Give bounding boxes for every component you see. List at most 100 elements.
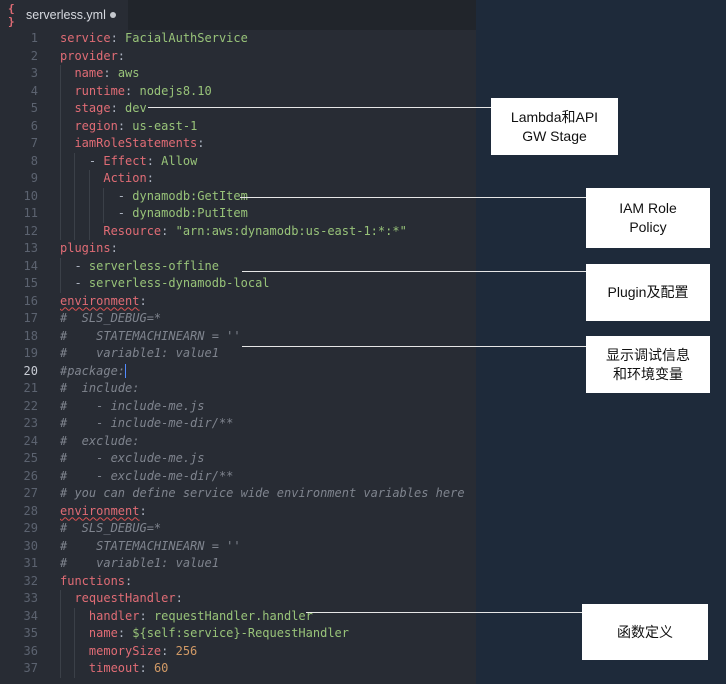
code-token: : bbox=[175, 591, 183, 605]
code-line[interactable]: 35 name: ${self:service}-RequestHandler bbox=[0, 625, 476, 643]
code-text: timeout: 60 bbox=[60, 660, 168, 678]
code-line[interactable]: 34 handler: requestHandler.handler bbox=[0, 607, 476, 625]
code-line[interactable]: 9 Action: bbox=[0, 170, 476, 188]
code-token: # - include-me-dir/** bbox=[60, 416, 234, 430]
code-line[interactable]: 22 # - include-me.js bbox=[0, 398, 476, 416]
line-number: 19 bbox=[23, 346, 38, 360]
code-line[interactable]: 28 environment: bbox=[0, 503, 476, 521]
code-line[interactable]: 15 - serverless-dynamodb-local bbox=[0, 275, 476, 293]
code-line[interactable]: 30 # STATEMACHINEARN = '' bbox=[0, 538, 476, 556]
code-token: # variable1: value1 bbox=[60, 556, 219, 570]
annotation-debug-env: 显示调试信息 和环境变量 bbox=[586, 336, 710, 393]
code-line[interactable]: 19 # variable1: value1 bbox=[0, 345, 476, 363]
code-token: region bbox=[74, 118, 118, 133]
code-token: # STATEMACHINEARN = '' bbox=[60, 328, 241, 343]
code-line[interactable]: 1 service: FacialAuthService bbox=[0, 30, 476, 48]
tab-serverless-yml[interactable]: { } serverless.yml bbox=[0, 0, 128, 30]
code-line[interactable]: 17 # SLS_DEBUG=* bbox=[0, 310, 476, 328]
code-line[interactable]: 16 environment: bbox=[0, 293, 476, 311]
code-token: runtime bbox=[74, 83, 126, 98]
code-line[interactable]: 36 memorySize: 256 bbox=[0, 642, 476, 660]
code-token: requestHandler bbox=[74, 591, 176, 605]
code-text: # - exclude-me-dir/** bbox=[60, 468, 233, 486]
line-number: 23 bbox=[23, 416, 38, 430]
code-text: region: us-east-1 bbox=[60, 118, 197, 136]
code-line[interactable]: 27 # you can define service wide environm… bbox=[0, 485, 476, 503]
code-line[interactable]: 21 # include: bbox=[0, 380, 476, 398]
code-editor[interactable]: { } serverless.yml 1 service: FacialAuthS… bbox=[0, 0, 476, 684]
code-token: - bbox=[60, 276, 89, 290]
line-number: 35 bbox=[23, 626, 38, 640]
line-number: 30 bbox=[23, 538, 38, 553]
code-token: service bbox=[60, 31, 111, 45]
code-line[interactable]: 25 # - exclude-me.js bbox=[0, 450, 476, 468]
code-line[interactable]: 14 - serverless-offline bbox=[0, 257, 476, 275]
code-line[interactable]: 13 plugins: bbox=[0, 240, 476, 258]
code-token: : bbox=[103, 66, 118, 80]
code-token: functions bbox=[60, 573, 126, 588]
tab-filename: serverless.yml bbox=[26, 8, 106, 22]
code-line[interactable]: 3 name: aws bbox=[0, 65, 476, 83]
code-line[interactable]: 12 Resource: "arn:aws:dynamodb:us-east-1… bbox=[0, 222, 476, 240]
code-token: ${self:service}-RequestHandler bbox=[132, 626, 350, 640]
line-number: 9 bbox=[30, 171, 38, 185]
code-text: Action: bbox=[60, 170, 154, 188]
line-number: 7 bbox=[30, 136, 38, 150]
code-line[interactable]: 20 #package: bbox=[0, 363, 476, 381]
code-area[interactable]: 1 service: FacialAuthService 2 provider: 3 n… bbox=[0, 30, 476, 678]
code-line[interactable]: 8 - Effect: Allow bbox=[0, 152, 476, 171]
code-text: # include: bbox=[60, 380, 139, 398]
code-line[interactable]: 29 # SLS_DEBUG=* bbox=[0, 520, 476, 538]
code-token: - bbox=[60, 258, 89, 273]
code-text: name: aws bbox=[60, 65, 139, 83]
code-line[interactable]: 2 provider: bbox=[0, 48, 476, 66]
code-line[interactable]: 7 iamRoleStatements: bbox=[0, 135, 476, 153]
code-token: : bbox=[161, 643, 176, 658]
line-number: 26 bbox=[23, 468, 38, 483]
code-line[interactable]: 32 functions: bbox=[0, 573, 476, 591]
code-token: - bbox=[60, 153, 104, 168]
annotation-plugin: Plugin及配置 bbox=[586, 264, 710, 321]
line-number: 4 bbox=[30, 83, 38, 98]
connector-function bbox=[306, 612, 582, 613]
json-braces-icon: { } bbox=[8, 2, 15, 28]
line-number: 11 bbox=[23, 206, 38, 220]
code-text: plugins: bbox=[60, 240, 118, 258]
code-token: : bbox=[117, 626, 133, 640]
unsaved-dot-icon[interactable] bbox=[110, 12, 116, 18]
code-line[interactable]: 5 stage: dev bbox=[0, 100, 476, 118]
code-line[interactable]: 26 # - exclude-me-dir/** bbox=[0, 468, 476, 486]
line-number: 17 bbox=[23, 311, 38, 325]
code-text: - Effect: Allow bbox=[60, 153, 197, 171]
code-line[interactable]: 24 # exclude: bbox=[0, 433, 476, 451]
code-line[interactable]: 33 requestHandler: bbox=[0, 590, 476, 608]
code-line[interactable]: 37 timeout: 60 bbox=[0, 660, 476, 678]
code-line[interactable]: 23 # - include-me-dir/** bbox=[0, 415, 476, 433]
line-number: 12 bbox=[23, 223, 38, 238]
code-token: stage bbox=[74, 101, 111, 115]
line-number: 8 bbox=[30, 153, 38, 168]
code-token: handler bbox=[88, 608, 140, 623]
code-text: - dynamodb:PutItem bbox=[60, 205, 248, 223]
code-text: # - exclude-me.js bbox=[60, 450, 205, 468]
code-token: us-east-1 bbox=[132, 118, 198, 133]
code-text: - dynamodb:GetItem bbox=[60, 188, 248, 206]
code-line[interactable]: 31 # variable1: value1 bbox=[0, 555, 476, 573]
line-number: 27 bbox=[23, 486, 38, 500]
code-line[interactable]: 4 runtime: nodejs8.10 bbox=[0, 82, 476, 100]
code-line[interactable]: 11 - dynamodb:PutItem bbox=[0, 205, 476, 223]
code-token: "arn:aws:dynamodb:us-east-1:*:*" bbox=[175, 223, 407, 238]
code-line[interactable]: 6 region: us-east-1 bbox=[0, 117, 476, 136]
code-token: nodejs8.10 bbox=[139, 83, 212, 98]
code-token: #package: bbox=[60, 363, 126, 378]
line-number: 21 bbox=[23, 381, 38, 395]
code-line[interactable]: 18 # STATEMACHINEARN = '' bbox=[0, 328, 476, 346]
